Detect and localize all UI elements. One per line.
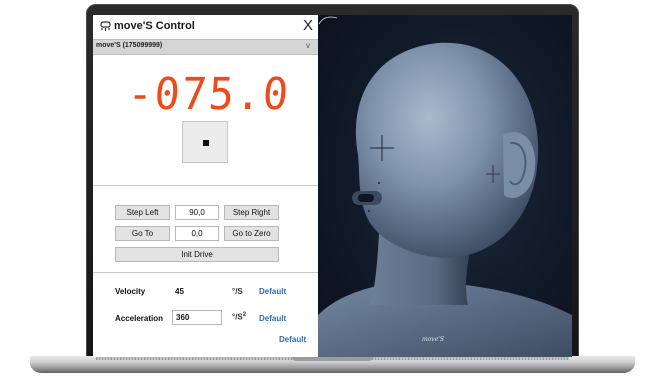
step-size-input[interactable]: 90,0 bbox=[175, 205, 219, 220]
go-to-zero-button[interactable]: Go to Zero bbox=[224, 226, 279, 241]
go-to-button[interactable]: Go To bbox=[115, 226, 170, 241]
velocity-label: Velocity bbox=[115, 287, 146, 296]
brand-logo bbox=[318, 16, 338, 25]
laptop-screen: move'S Control X move'S (175099999) v -0… bbox=[93, 15, 572, 357]
velocity-unit: °/S bbox=[232, 287, 243, 296]
brand-logo-text: move'S bbox=[422, 336, 445, 343]
reset-default-link[interactable]: Default bbox=[279, 335, 306, 344]
velocity-value[interactable]: 45 bbox=[175, 287, 184, 296]
acceleration-input[interactable]: 360 bbox=[172, 310, 222, 325]
position-readout: -075.0 bbox=[125, 69, 292, 120]
control-panel: move'S Control X move'S (175099999) v -0… bbox=[93, 15, 318, 357]
stop-button[interactable] bbox=[182, 121, 228, 163]
divider bbox=[93, 272, 318, 273]
head-viewport: move'S bbox=[318, 15, 572, 357]
mannequin-head-render bbox=[318, 42, 572, 357]
init-drive-button[interactable]: Init Drive bbox=[115, 247, 279, 262]
app-icon bbox=[100, 21, 111, 31]
app-title: move'S Control bbox=[114, 20, 195, 32]
go-to-input[interactable]: 0,0 bbox=[175, 226, 219, 241]
divider bbox=[93, 185, 318, 186]
close-button[interactable]: X bbox=[303, 17, 313, 35]
device-select[interactable]: move'S (175099999) v bbox=[93, 39, 318, 55]
chevron-down-icon: v bbox=[306, 41, 310, 50]
device-selected-value: move'S (175099999) bbox=[96, 42, 163, 49]
step-right-button[interactable]: Step Right bbox=[224, 205, 279, 220]
step-left-button[interactable]: Step Left bbox=[115, 205, 170, 220]
acceleration-unit: °/S2 bbox=[232, 312, 247, 322]
velocity-default-link[interactable]: Default bbox=[259, 287, 286, 296]
stop-icon bbox=[203, 140, 209, 146]
title-bar: move'S Control X bbox=[93, 15, 318, 39]
acceleration-default-link[interactable]: Default bbox=[259, 314, 286, 323]
acceleration-label: Acceleration bbox=[115, 314, 164, 323]
